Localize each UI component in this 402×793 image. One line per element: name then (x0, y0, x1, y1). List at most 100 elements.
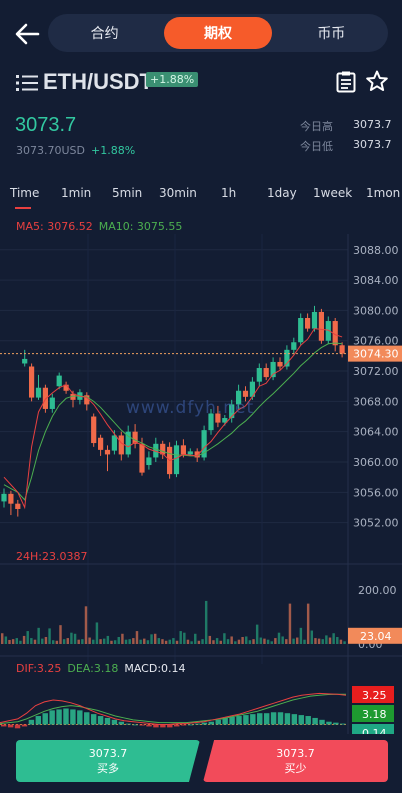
macd-hist-bar (139, 724, 145, 726)
candle-body (291, 342, 297, 350)
candle-body (256, 368, 262, 382)
volume-bar (292, 638, 295, 644)
timeframe-1mon[interactable]: 1mon (366, 186, 400, 200)
dif-tag: 3.25 (362, 689, 387, 702)
volume-bar (73, 633, 77, 644)
current-price-tag: 3074.30 (353, 348, 399, 361)
volume-bar (8, 639, 11, 644)
price-usd: 3073.70USD (16, 144, 85, 157)
volume-bar (321, 639, 324, 644)
volume-bar (99, 639, 102, 644)
macd-hist-bar (208, 721, 215, 725)
volume-bar (317, 638, 321, 644)
candle-body (187, 451, 193, 455)
volume-bar (285, 639, 288, 644)
macd-hist-bar (118, 721, 125, 725)
back-arrow-icon[interactable] (14, 22, 40, 46)
volume-bar (328, 637, 332, 644)
candle-body (339, 345, 345, 354)
candle-body (111, 435, 117, 451)
timeframe-1week[interactable]: 1week (313, 186, 352, 200)
volume-bar (157, 638, 161, 644)
timeframe-time[interactable]: Time (10, 186, 39, 200)
volume-bar (11, 639, 15, 644)
macd-hist-bar (187, 724, 194, 726)
tab-contract[interactable]: 合约 (51, 17, 158, 49)
volume-bar (230, 636, 233, 644)
candle-body (311, 311, 318, 329)
macd-hist-bar (298, 715, 304, 725)
volume-bar (146, 640, 150, 644)
volume-bar (234, 641, 237, 644)
macd-tag: 0.14 (362, 727, 387, 734)
list-menu-icon[interactable] (16, 74, 38, 92)
timeframe-1min[interactable]: 1min (61, 186, 91, 200)
candle-body (35, 387, 42, 398)
product-tabs: 合约 期权 币币 (48, 14, 388, 52)
candle-body (173, 445, 180, 475)
volume-bar (153, 633, 157, 644)
today-low-label: 今日低 (300, 140, 333, 153)
macd-hist-bar (153, 724, 159, 728)
price-axis-tick: 3068.00 (353, 395, 399, 408)
action-bar: 3073.7 买多 3073.7 买少 (0, 735, 402, 793)
volume-bar (48, 628, 51, 644)
volume-bar (117, 637, 120, 644)
volume-bar (150, 634, 153, 644)
tab-spot[interactable]: 币币 (278, 17, 385, 49)
clipboard-icon[interactable] (336, 71, 356, 93)
change-badge: +1.88% (146, 72, 199, 87)
volume-bar (92, 639, 95, 644)
volume-bar (215, 638, 219, 644)
volume-bar (59, 625, 62, 644)
volume-bar (277, 632, 281, 644)
volume-bar (186, 639, 190, 644)
buy-short-button[interactable]: 3073.7 买少 (203, 740, 388, 782)
volume-bar (132, 638, 135, 644)
volume-bar (81, 639, 84, 644)
volume-bar (139, 639, 142, 644)
volume-bar (252, 639, 255, 644)
volume-bar (266, 639, 270, 644)
price-change: +1.88% (91, 144, 136, 157)
volume-bar (314, 638, 317, 644)
candle-body (263, 368, 269, 378)
timeframe-1day[interactable]: 1day (267, 186, 297, 200)
volume-bar (1, 633, 4, 644)
volume-bar (310, 630, 314, 644)
macd-hist-bar (243, 715, 249, 725)
candle-body (15, 503, 21, 509)
candle-body (8, 493, 14, 504)
macd-hist-bar (291, 714, 298, 725)
kline-chart[interactable]: 3088.003084.003080.003076.003072.003068.… (0, 234, 402, 734)
macd-hist-bar (146, 724, 152, 727)
macd-hist-bar (42, 713, 48, 725)
ma-legend: MA5: 3076.52 MA10: 3075.55 (16, 220, 182, 233)
today-low: 今日低 3073.7 (300, 138, 392, 154)
macd-hist-bar (84, 712, 90, 725)
pair-name[interactable]: ETH/USDT (43, 69, 153, 95)
candle-body (49, 397, 55, 409)
buy-long-button[interactable]: 3073.7 买多 (16, 740, 200, 782)
volume-bar (110, 640, 113, 644)
price-axis-tick: 3064.00 (353, 426, 399, 439)
volume-bar (343, 641, 346, 644)
candle-body (104, 449, 111, 455)
volume-bar (95, 622, 99, 644)
star-icon[interactable] (366, 70, 388, 92)
volume-axis-tick: 200.00 (358, 584, 397, 597)
timeframe-30min[interactable]: 30min (159, 186, 197, 200)
macd-hist-bar (1, 724, 7, 727)
timeframe-5min[interactable]: 5min (112, 186, 142, 200)
macd-hist-bar (97, 716, 104, 725)
timeframe-1h[interactable]: 1h (221, 186, 236, 200)
volume-bar (22, 635, 26, 644)
candle-body (29, 366, 35, 398)
today-high-label: 今日高 (300, 120, 333, 133)
macd-hist-bar (270, 712, 277, 725)
tab-options[interactable]: 期权 (164, 17, 272, 49)
buy-label: 买多 (97, 762, 119, 775)
volume-bar (197, 640, 201, 644)
macd-hist-bar (63, 708, 69, 725)
macd-hist-bar (21, 724, 28, 727)
